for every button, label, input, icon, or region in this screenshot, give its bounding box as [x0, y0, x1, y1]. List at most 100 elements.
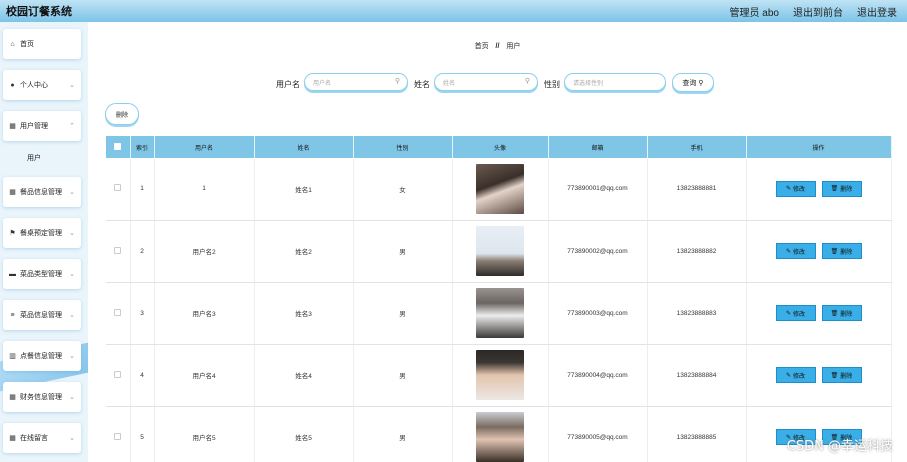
sidebar-item-label: 个人中心 [20, 82, 48, 89]
app-title: 校园订餐系统 [6, 5, 72, 18]
cell-phone: 13823888883 [647, 282, 747, 345]
cell-email: 773890001@qq.com [548, 158, 648, 221]
chevron-down-icon: ⌄ [69, 82, 75, 89]
cell-gender: 男 [353, 406, 453, 462]
sidebar-subitem-user[interactable]: 用户 [3, 147, 81, 169]
sidebar-item-home[interactable]: ⌂ 首页 [3, 29, 81, 59]
grid-icon: ▦ [9, 189, 16, 196]
cell-name: 姓名4 [254, 344, 354, 407]
sidebar-item-label: 菜品信息管理 [20, 312, 62, 319]
edit-label: 修改 [793, 249, 806, 256]
cell-username: 用户名3 [154, 282, 255, 345]
edit-label: 修改 [793, 373, 806, 380]
chevron-up-icon: ⌃ [69, 123, 75, 130]
column-header: 操作 [746, 136, 892, 158]
column-header: 邮箱 [548, 136, 648, 158]
table-header-row: 索引 用户名 姓名 性别 头像 邮箱 手机 操作 [106, 136, 892, 158]
sidebar-item-label: 餐品信息管理 [20, 189, 62, 196]
batch-delete-button[interactable]: 删除 [105, 103, 139, 125]
cell-name: 姓名2 [254, 220, 354, 283]
cell-name: 姓名1 [254, 158, 354, 221]
cell-email: 773890005@qq.com [548, 406, 648, 462]
chevron-down-icon: ⌄ [69, 230, 75, 237]
trash-icon: 🗑 [830, 186, 839, 193]
watermark: CSDN @幸运科技 [786, 439, 893, 454]
sidebar-item-label: 在线留言 [20, 435, 48, 442]
logout-link[interactable]: 退出登录 [857, 4, 897, 19]
grid-icon: ▦ [9, 435, 16, 442]
chevron-down-icon: ⌄ [69, 189, 75, 196]
delete-label: 删除 [840, 373, 853, 380]
table-row: 3 用户名3 姓名3 男 773890003@qq.com 1382388888… [106, 282, 892, 345]
sidebar-item-dish-info[interactable]: ≡ 菜品信息管理 ⌄ [3, 300, 81, 330]
row-checkbox[interactable] [114, 432, 122, 440]
delete-button[interactable]: 🗑 删除 [821, 180, 862, 197]
row-checkbox[interactable] [114, 184, 122, 192]
username-search-input[interactable]: 用户名 ⚲ [304, 73, 408, 91]
sidebar-item-profile[interactable]: ● 个人中心 ⌄ [3, 70, 81, 100]
sidebar-item-dish-type[interactable]: ▬ 菜品类型管理 ⌄ [3, 259, 81, 289]
edit-button[interactable]: ✎ 修改 [775, 180, 816, 197]
avatar [476, 350, 524, 400]
delete-button[interactable]: 🗑 删除 [821, 305, 862, 321]
sidebar-item-user-management[interactable]: ▦ 用户管理 ⌃ [3, 111, 81, 141]
flag-icon: ⚑ [9, 230, 16, 237]
cell-name: 姓名5 [254, 406, 354, 462]
trash-icon: ▥ [9, 353, 16, 360]
username-placeholder: 用户名 [313, 80, 332, 87]
chevron-down-icon: ⌄ [69, 353, 75, 360]
search-icon: ⚲ [394, 78, 400, 85]
delete-label: 删除 [840, 311, 853, 318]
breadcrumb-home[interactable]: 首页 [475, 43, 489, 50]
delete-button[interactable]: 🗑 删除 [821, 243, 862, 259]
column-header: 手机 [647, 136, 747, 158]
cell-index: 1 [130, 158, 155, 221]
front-link[interactable]: 退出到前台 [793, 4, 843, 19]
gender-placeholder: 请选择性别 [573, 80, 604, 87]
row-checkbox[interactable] [114, 246, 122, 254]
delete-button[interactable]: 🗑 删除 [821, 367, 862, 383]
home-icon: ⌂ [10, 40, 15, 48]
user-icon: ● [10, 81, 15, 89]
search-icon: ⚲ [524, 78, 530, 85]
cell-phone: 13823888885 [647, 406, 747, 462]
sliders-icon: ≡ [10, 311, 15, 319]
select-all-checkbox[interactable] [114, 142, 122, 150]
grid-icon: ▦ [9, 123, 16, 130]
sidebar-item-meal-info[interactable]: ▦ 餐品信息管理 ⌄ [3, 177, 81, 207]
edit-icon: ✎ [785, 310, 791, 317]
cell-gender: 男 [353, 344, 453, 407]
cell-email: 773890002@qq.com [548, 220, 648, 283]
gender-select[interactable]: 请选择性别 [564, 73, 666, 91]
avatar [476, 226, 524, 276]
delete-label: 删除 [840, 249, 853, 256]
edit-button[interactable]: ✎ 修改 [775, 305, 816, 321]
sidebar-item-messages[interactable]: ▦ 在线留言 ⌄ [3, 423, 81, 453]
cell-phone: 13823888884 [647, 344, 747, 407]
edit-icon: ✎ [785, 186, 791, 193]
admin-user-label: 管理员 abo [729, 7, 779, 19]
cell-username: 1 [154, 158, 255, 221]
row-checkbox[interactable] [114, 370, 122, 378]
table-row: 4 用户名4 姓名4 男 773890004@qq.com 1382388888… [106, 344, 892, 407]
chevron-down-icon: ⌄ [69, 271, 75, 278]
cell-gender: 女 [353, 158, 453, 221]
column-header: 姓名 [254, 136, 354, 158]
sidebar-item-finance-info[interactable]: ▦ 财务信息管理 ⌄ [3, 382, 81, 412]
user-table: 索引 用户名 姓名 性别 头像 邮箱 手机 操作 1 1 姓名1 女 77389… [106, 136, 892, 462]
breadcrumb-current: 用户 [506, 43, 521, 50]
name-search-input[interactable]: 姓名 ⚲ [434, 73, 538, 91]
query-button[interactable]: 查询 ⚲ [672, 73, 714, 92]
cell-gender: 男 [353, 220, 453, 283]
row-checkbox[interactable] [114, 308, 122, 316]
chevron-down-icon: ⌄ [69, 312, 75, 319]
cell-username: 用户名5 [154, 406, 255, 462]
breadcrumb-separator: // [495, 43, 500, 50]
cell-username: 用户名2 [154, 220, 255, 283]
edit-button[interactable]: ✎ 修改 [775, 243, 816, 259]
select-all-cell [106, 136, 131, 158]
edit-button[interactable]: ✎ 修改 [775, 367, 816, 383]
sidebar-item-order-info[interactable]: ▥ 点餐信息管理 ⌄ [3, 341, 81, 371]
sidebar-item-table-booking[interactable]: ⚑ 餐桌预定管理 ⌄ [3, 218, 81, 248]
cell-email: 773890004@qq.com [548, 344, 648, 407]
